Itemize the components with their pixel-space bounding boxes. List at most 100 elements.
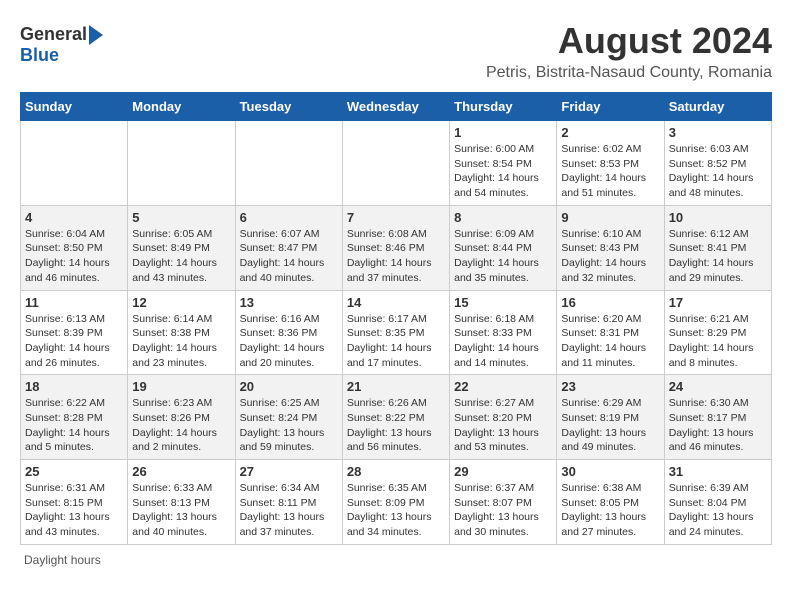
day-header-saturday: Saturday — [664, 93, 771, 121]
day-info: Sunrise: 6:03 AM Sunset: 8:52 PM Dayligh… — [669, 142, 767, 201]
day-info: Sunrise: 6:30 AM Sunset: 8:17 PM Dayligh… — [669, 396, 767, 455]
calendar: SundayMondayTuesdayWednesdayThursdayFrid… — [20, 92, 772, 545]
calendar-cell: 1 Sunrise: 6:00 AM Sunset: 8:54 PM Daylig… — [450, 121, 557, 206]
day-number: 25 — [25, 464, 123, 479]
day-info: Sunrise: 6:05 AM Sunset: 8:49 PM Dayligh… — [132, 227, 230, 286]
day-number: 9 — [561, 210, 659, 225]
day-info: Sunrise: 6:38 AM Sunset: 8:05 PM Dayligh… — [561, 481, 659, 540]
day-number: 1 — [454, 125, 552, 140]
day-number: 2 — [561, 125, 659, 140]
day-info: Sunrise: 6:07 AM Sunset: 8:47 PM Dayligh… — [240, 227, 338, 286]
calendar-cell: 6 Sunrise: 6:07 AM Sunset: 8:47 PM Daylig… — [235, 205, 342, 290]
day-number: 15 — [454, 295, 552, 310]
day-header-monday: Monday — [128, 93, 235, 121]
subtitle: Petris, Bistrita-Nasaud County, Romania — [486, 64, 772, 82]
calendar-cell — [342, 121, 449, 206]
day-info: Sunrise: 6:00 AM Sunset: 8:54 PM Dayligh… — [454, 142, 552, 201]
day-info: Sunrise: 6:22 AM Sunset: 8:28 PM Dayligh… — [25, 396, 123, 455]
calendar-cell: 16 Sunrise: 6:20 AM Sunset: 8:31 PM Dayli… — [557, 290, 664, 375]
calendar-cell: 30 Sunrise: 6:38 AM Sunset: 8:05 PM Dayli… — [557, 460, 664, 545]
calendar-cell — [235, 121, 342, 206]
day-number: 20 — [240, 379, 338, 394]
logo-general: General — [20, 24, 87, 45]
day-info: Sunrise: 6:35 AM Sunset: 8:09 PM Dayligh… — [347, 481, 445, 540]
day-number: 12 — [132, 295, 230, 310]
day-number: 28 — [347, 464, 445, 479]
day-number: 3 — [669, 125, 767, 140]
calendar-cell: 17 Sunrise: 6:21 AM Sunset: 8:29 PM Dayli… — [664, 290, 771, 375]
day-number: 11 — [25, 295, 123, 310]
day-info: Sunrise: 6:23 AM Sunset: 8:26 PM Dayligh… — [132, 396, 230, 455]
day-info: Sunrise: 6:37 AM Sunset: 8:07 PM Dayligh… — [454, 481, 552, 540]
day-info: Sunrise: 6:20 AM Sunset: 8:31 PM Dayligh… — [561, 312, 659, 371]
day-number: 22 — [454, 379, 552, 394]
title-block: August 2024 Petris, Bistrita-Nasaud Coun… — [486, 20, 772, 82]
logo: General Blue — [20, 24, 103, 66]
calendar-cell: 4 Sunrise: 6:04 AM Sunset: 8:50 PM Daylig… — [21, 205, 128, 290]
day-info: Sunrise: 6:33 AM Sunset: 8:13 PM Dayligh… — [132, 481, 230, 540]
calendar-cell: 12 Sunrise: 6:14 AM Sunset: 8:38 PM Dayli… — [128, 290, 235, 375]
day-number: 29 — [454, 464, 552, 479]
day-number: 4 — [25, 210, 123, 225]
day-number: 6 — [240, 210, 338, 225]
day-header-wednesday: Wednesday — [342, 93, 449, 121]
day-number: 23 — [561, 379, 659, 394]
day-number: 26 — [132, 464, 230, 479]
main-title: August 2024 — [486, 20, 772, 62]
day-number: 16 — [561, 295, 659, 310]
calendar-cell: 13Sunrise: 6:16 AM Sunset: 8:36 PM Dayli… — [235, 290, 342, 375]
calendar-cell: 31Sunrise: 6:39 AM Sunset: 8:04 PM Dayli… — [664, 460, 771, 545]
calendar-cell: 15 Sunrise: 6:18 AM Sunset: 8:33 PM Dayli… — [450, 290, 557, 375]
calendar-cell: 22 Sunrise: 6:27 AM Sunset: 8:20 PM Dayli… — [450, 375, 557, 460]
day-info: Sunrise: 6:25 AM Sunset: 8:24 PM Dayligh… — [240, 396, 338, 455]
calendar-cell: 14Sunrise: 6:17 AM Sunset: 8:35 PM Dayli… — [342, 290, 449, 375]
calendar-cell: 26 Sunrise: 6:33 AM Sunset: 8:13 PM Dayli… — [128, 460, 235, 545]
calendar-cell: 23Sunrise: 6:29 AM Sunset: 8:19 PM Dayli… — [557, 375, 664, 460]
day-number: 21 — [347, 379, 445, 394]
day-number: 10 — [669, 210, 767, 225]
day-number: 24 — [669, 379, 767, 394]
calendar-cell: 20 Sunrise: 6:25 AM Sunset: 8:24 PM Dayli… — [235, 375, 342, 460]
day-number: 19 — [132, 379, 230, 394]
calendar-cell: 25 Sunrise: 6:31 AM Sunset: 8:15 PM Dayli… — [21, 460, 128, 545]
calendar-cell: 9Sunrise: 6:10 AM Sunset: 8:43 PM Daylig… — [557, 205, 664, 290]
calendar-cell: 10 Sunrise: 6:12 AM Sunset: 8:41 PM Dayli… — [664, 205, 771, 290]
header: General Blue August 2024 Petris, Bistrit… — [20, 20, 772, 82]
day-header-sunday: Sunday — [21, 93, 128, 121]
day-number: 30 — [561, 464, 659, 479]
footer-daylight: Daylight hours — [20, 553, 772, 567]
calendar-cell: 27 Sunrise: 6:34 AM Sunset: 8:11 PM Dayli… — [235, 460, 342, 545]
day-info: Sunrise: 6:04 AM Sunset: 8:50 PM Dayligh… — [25, 227, 123, 286]
calendar-cell: 8Sunrise: 6:09 AM Sunset: 8:44 PM Daylig… — [450, 205, 557, 290]
calendar-cell: 11 Sunrise: 6:13 AM Sunset: 8:39 PM Dayli… — [21, 290, 128, 375]
calendar-cell: 3 Sunrise: 6:03 AM Sunset: 8:52 PM Daylig… — [664, 121, 771, 206]
calendar-cell: 24 Sunrise: 6:30 AM Sunset: 8:17 PM Dayli… — [664, 375, 771, 460]
day-number: 18 — [25, 379, 123, 394]
logo-blue: Blue — [20, 45, 59, 66]
day-info: Sunrise: 6:13 AM Sunset: 8:39 PM Dayligh… — [25, 312, 123, 371]
day-number: 8 — [454, 210, 552, 225]
day-info: Sunrise: 6:14 AM Sunset: 8:38 PM Dayligh… — [132, 312, 230, 371]
day-info: Sunrise: 6:31 AM Sunset: 8:15 PM Dayligh… — [25, 481, 123, 540]
calendar-cell: 21 Sunrise: 6:26 AM Sunset: 8:22 PM Dayli… — [342, 375, 449, 460]
day-info: Sunrise: 6:27 AM Sunset: 8:20 PM Dayligh… — [454, 396, 552, 455]
day-info: Sunrise: 6:34 AM Sunset: 8:11 PM Dayligh… — [240, 481, 338, 540]
day-number: 27 — [240, 464, 338, 479]
day-header-friday: Friday — [557, 93, 664, 121]
calendar-cell: 29 Sunrise: 6:37 AM Sunset: 8:07 PM Dayli… — [450, 460, 557, 545]
day-info: Sunrise: 6:02 AM Sunset: 8:53 PM Dayligh… — [561, 142, 659, 201]
day-info: Sunrise: 6:18 AM Sunset: 8:33 PM Dayligh… — [454, 312, 552, 371]
day-info: Sunrise: 6:17 AM Sunset: 8:35 PM Dayligh… — [347, 312, 445, 371]
calendar-cell: 28 Sunrise: 6:35 AM Sunset: 8:09 PM Dayli… — [342, 460, 449, 545]
day-number: 17 — [669, 295, 767, 310]
calendar-cell: 18 Sunrise: 6:22 AM Sunset: 8:28 PM Dayli… — [21, 375, 128, 460]
day-info: Sunrise: 6:12 AM Sunset: 8:41 PM Dayligh… — [669, 227, 767, 286]
day-header-thursday: Thursday — [450, 93, 557, 121]
day-info: Sunrise: 6:21 AM Sunset: 8:29 PM Dayligh… — [669, 312, 767, 371]
day-info: Sunrise: 6:26 AM Sunset: 8:22 PM Dayligh… — [347, 396, 445, 455]
calendar-cell — [128, 121, 235, 206]
day-info: Sunrise: 6:08 AM Sunset: 8:46 PM Dayligh… — [347, 227, 445, 286]
day-number: 5 — [132, 210, 230, 225]
day-info: Sunrise: 6:39 AM Sunset: 8:04 PM Dayligh… — [669, 481, 767, 540]
logo-arrow-icon — [89, 25, 103, 45]
